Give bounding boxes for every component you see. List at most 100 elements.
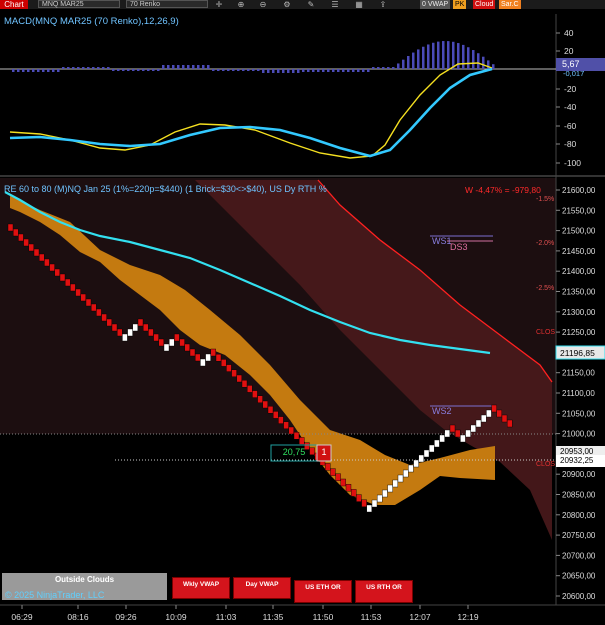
macd-histogram-bar [282, 69, 285, 73]
renko-up-brick [470, 424, 476, 433]
renko-down-brick [273, 411, 279, 419]
macd-current-value: 5,67 [562, 59, 580, 69]
macd-axis-label: -100 [564, 158, 581, 168]
macd-histogram-bar [482, 56, 485, 69]
renko-up-brick [163, 343, 170, 352]
pct-level-3: -2.5% [536, 285, 555, 292]
macd-histogram-bar [267, 69, 270, 73]
renko-down-brick [231, 369, 237, 377]
macd-histogram-bar [82, 67, 85, 69]
macd-histogram-bar [147, 69, 150, 71]
macd-histogram-bar [67, 67, 70, 69]
macd-histogram-bar [247, 69, 250, 71]
macd-histogram-bar [237, 69, 240, 71]
macd-histogram-bar [192, 65, 195, 69]
macd-histogram-bar [257, 69, 260, 71]
macd-histogram-bar [382, 67, 385, 69]
macd-histogram-bar [17, 69, 20, 72]
renko-down-brick [116, 328, 123, 337]
renko-down-brick [491, 404, 497, 413]
renko-up-brick [481, 414, 487, 423]
us-rth-or-button[interactable]: US RTH OR [355, 580, 413, 603]
renko-down-brick [54, 268, 60, 277]
macd-histogram-bar [132, 69, 135, 71]
renko-down-brick [184, 343, 191, 352]
macd-histogram-bar [377, 67, 380, 69]
renko-up-brick [168, 338, 175, 347]
renko-down-brick [28, 243, 34, 252]
time-axis-label: 12:19 [457, 612, 479, 622]
macd-histogram-bar [372, 67, 375, 69]
renko-down-brick [257, 395, 263, 403]
renko-down-brick [220, 359, 227, 367]
macd-histogram-bar [467, 47, 470, 69]
day-vwap-button[interactable]: Day VWAP [233, 577, 291, 599]
macd-histogram-bar [447, 41, 450, 69]
renko-down-brick [210, 348, 217, 357]
macd-histogram-bar [452, 41, 455, 69]
price-axis: 21600,00 21550,00 21500,00 21450,00 21400,00… [556, 186, 596, 601]
price-box-value-text: 20,75 [282, 447, 306, 457]
renko-up-brick [392, 479, 398, 488]
copyright-text: © 2025 NinjaTrader, LLC [5, 590, 105, 600]
macd-histogram-bar [437, 41, 440, 69]
chart-canvas[interactable]: 06:29 08:16 09:26 10:09 11:03 11:35 11:50 11:53… [0, 0, 605, 625]
macd-histogram-bar [42, 69, 45, 72]
renko-down-brick [262, 400, 268, 409]
renko-down-brick [18, 233, 24, 242]
macd-histogram-bar [352, 69, 355, 72]
renko-up-brick [460, 434, 466, 443]
renko-down-brick [174, 333, 180, 342]
macd-histogram-bar [392, 67, 395, 69]
time-axis-label: 09:26 [115, 612, 137, 622]
renko-up-brick [382, 489, 388, 498]
renko-down-brick [70, 283, 76, 292]
macd-histogram-bar [112, 69, 115, 71]
renko-down-brick [7, 223, 14, 232]
price-axis-label: 21400,00 [562, 267, 596, 276]
renko-down-brick [12, 228, 19, 237]
time-axis-label: 11:53 [361, 612, 382, 622]
price-axis-label: 21500,00 [562, 227, 596, 236]
macd-histogram-bar [57, 69, 60, 72]
renko-down-brick [142, 323, 149, 332]
price-axis-label: 20850,00 [562, 491, 596, 500]
macd-histogram-bar [107, 67, 110, 69]
macd-histogram-bar [327, 69, 330, 72]
macd-histogram-bar [172, 65, 175, 69]
macd-axis-label: 40 [564, 28, 574, 38]
renko-down-brick [507, 419, 513, 428]
macd-histogram-bar [32, 69, 35, 72]
macd-histogram-bar [272, 69, 275, 73]
macd-histogram-bar [182, 65, 185, 69]
macd-histogram-bar [367, 69, 370, 72]
renko-up-brick [418, 454, 424, 463]
renko-up-brick [423, 449, 430, 458]
renko-up-brick [205, 353, 211, 362]
renko-up-brick [200, 358, 206, 367]
renko-down-brick [293, 432, 300, 440]
ds3-label: DS3 [450, 242, 468, 252]
macd-second-value: -0,017 [563, 69, 585, 78]
macd-histogram-bar [357, 69, 360, 72]
macd-histogram-bar [317, 69, 320, 72]
macd-histogram-bar [72, 67, 75, 69]
renko-up-brick [377, 494, 383, 503]
macd-histogram-bar [252, 69, 255, 71]
price-axis-label: 21350,00 [562, 288, 596, 297]
macd-histogram-bar [322, 69, 325, 72]
renko-down-brick [96, 308, 102, 317]
macd-axis-label: 20 [564, 46, 574, 56]
renko-down-brick [299, 437, 305, 445]
macd-histogram-bar [87, 67, 90, 69]
wkly-vwap-button[interactable]: Wkly VWAP [172, 577, 230, 599]
renko-down-brick [455, 429, 461, 438]
renko-up-brick [387, 484, 393, 493]
macd-histogram-bar [302, 69, 305, 72]
macd-axis: 40 20 -20 -40 -60 -80 -100 [556, 28, 581, 168]
renko-up-brick [397, 474, 404, 483]
macd-histogram-bar [412, 52, 415, 69]
price-axis-label: 20750,00 [562, 531, 596, 540]
us-eth-or-button[interactable]: US ETH OR [294, 580, 352, 603]
macd-histogram-bar [197, 65, 200, 69]
